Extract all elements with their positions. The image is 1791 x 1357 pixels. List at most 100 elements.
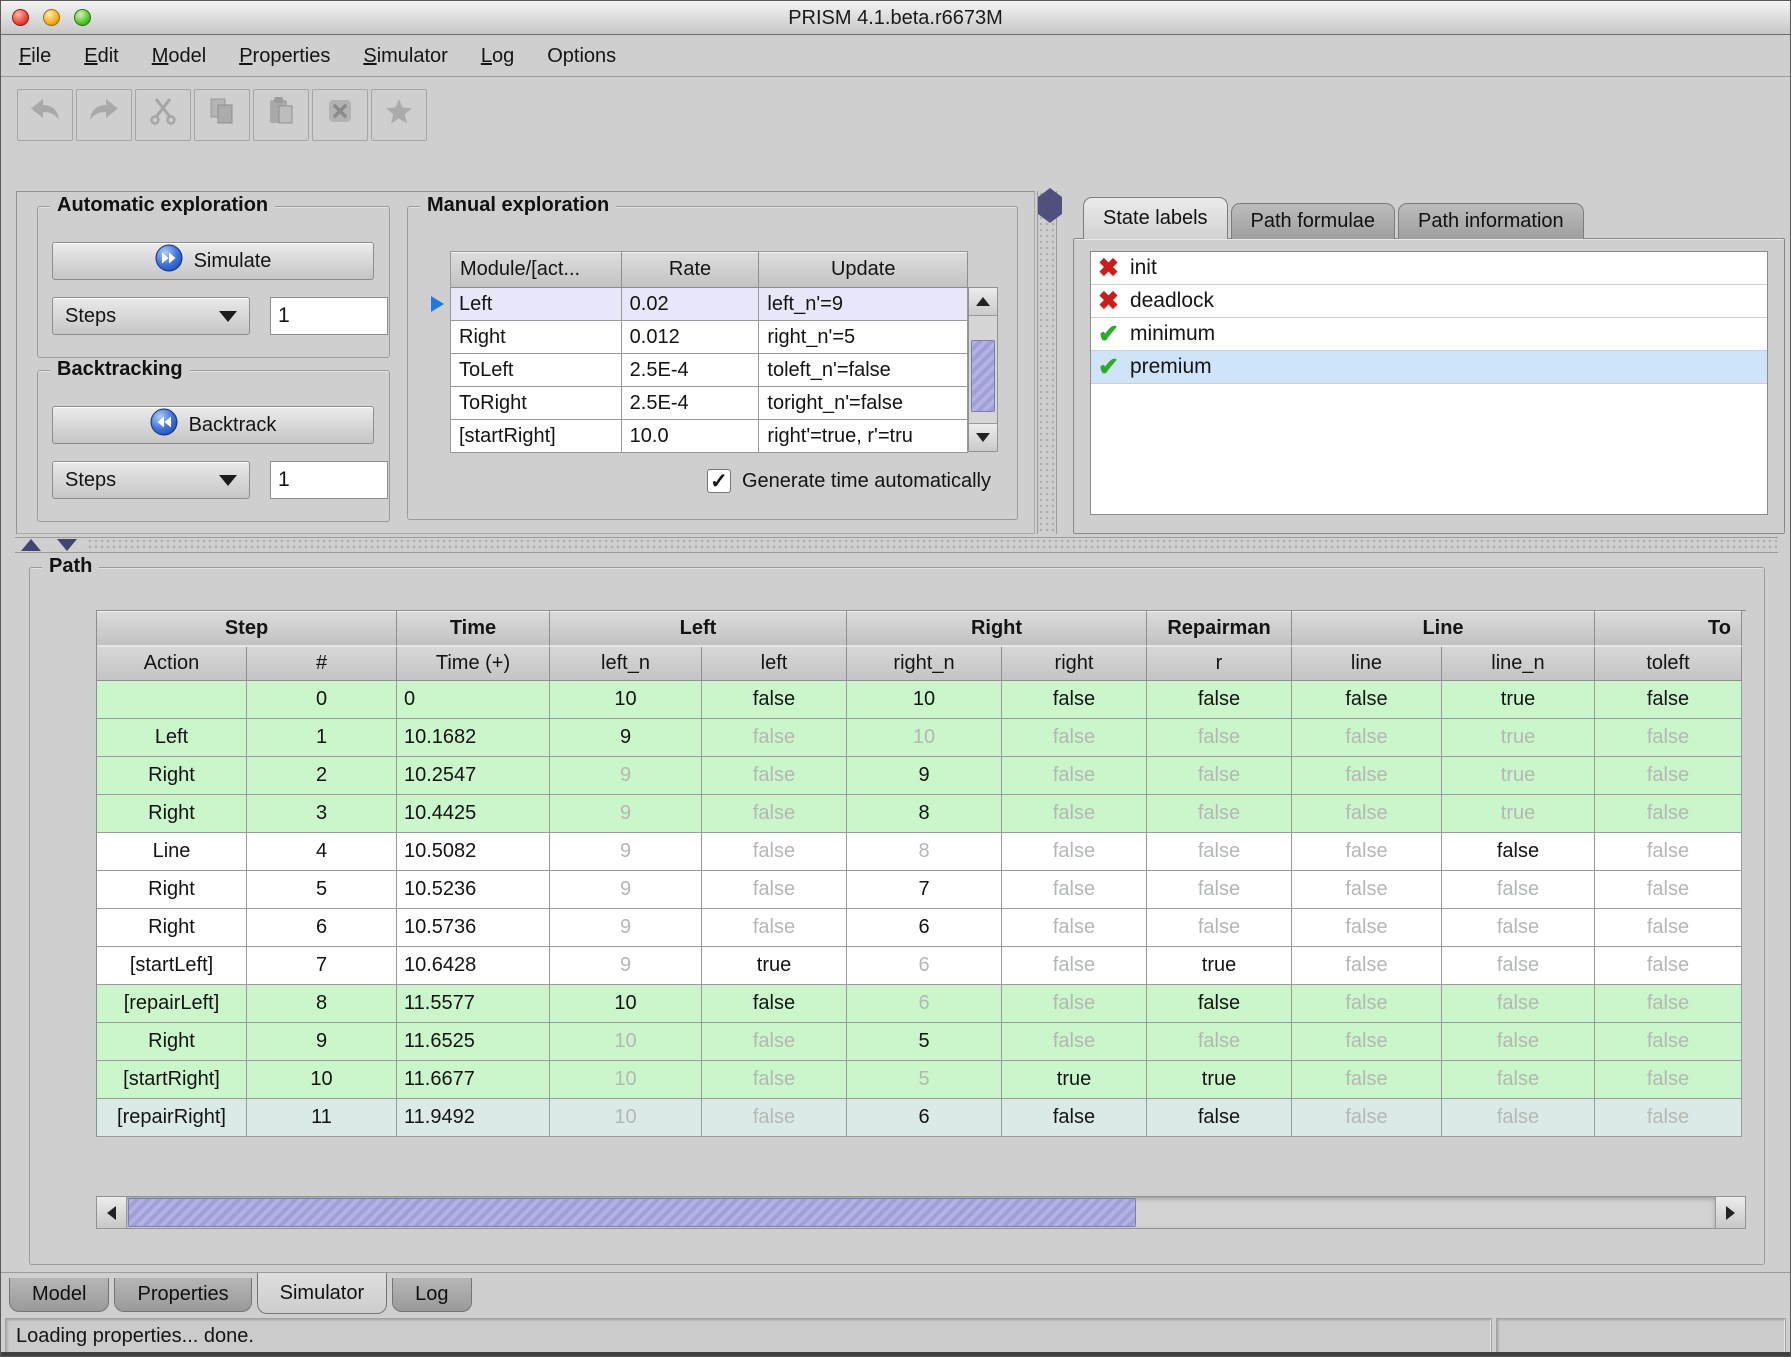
state-label-premium[interactable]: ✔premium (1091, 351, 1767, 384)
scroll-right-button[interactable] (1715, 1197, 1745, 1228)
paste-icon (268, 97, 294, 133)
menu-model[interactable]: Model (152, 45, 206, 68)
undo-button[interactable] (17, 89, 73, 141)
simulate-steps-dropdown[interactable]: Steps (52, 297, 250, 335)
state-label-minimum[interactable]: ✔minimum (1091, 318, 1767, 351)
path-row-9[interactable]: Right911.652510false5falsefalsefalsefals… (97, 1023, 1746, 1061)
view-tab-model[interactable]: Model (9, 1278, 109, 1312)
menu-log[interactable]: Log (481, 45, 514, 68)
manual-row-left[interactable]: Left0.02left_n'=9 (451, 288, 968, 321)
vertical-splitter[interactable] (1037, 191, 1057, 534)
manual-row-startright[interactable]: [startRight]10.0right'=true, r'=tru (451, 420, 968, 453)
path-row-3[interactable]: Right310.44259false8falsefalsefalsetruef… (97, 795, 1746, 833)
simulate-steps-dropdown-label: Steps (65, 305, 116, 328)
collapse-left-icon[interactable] (1038, 188, 1050, 223)
path-cell: 2 (247, 757, 397, 795)
path-col-left[interactable]: left (702, 647, 847, 681)
menu-options[interactable]: Options (547, 45, 616, 68)
manual-col-module-act[interactable]: Module/[act... (451, 252, 622, 288)
path-row-8[interactable]: [repairLeft]811.557710false6falsefalsefa… (97, 985, 1746, 1023)
simulate-steps-input[interactable]: 1 (270, 297, 388, 335)
simulate-button[interactable]: Simulate (52, 242, 374, 280)
redo-button[interactable] (76, 89, 132, 141)
path-cell: false (702, 985, 847, 1023)
path-col-toleft[interactable]: toleft (1595, 647, 1742, 681)
collapse-up-icon[interactable] (21, 539, 41, 551)
path-col-r[interactable]: r (1147, 647, 1292, 681)
generate-time-checkbox[interactable]: ✓ (707, 469, 731, 493)
delete-button[interactable] (312, 89, 368, 141)
path-group-right: Right (847, 611, 1147, 647)
path-row-1[interactable]: Left110.16829false10falsefalsefalsetruef… (97, 719, 1746, 757)
path-cell: 9 (550, 719, 702, 757)
menu-simulator[interactable]: Simulator (363, 45, 447, 68)
manual-col-update[interactable]: Update (759, 252, 968, 288)
tab-path-formulae[interactable]: Path formulae (1231, 203, 1396, 239)
scrollbar-thumb[interactable] (128, 1198, 1136, 1227)
manual-row-toleft[interactable]: ToLeft2.5E-4toleft_n'=false (451, 354, 968, 387)
menu-properties[interactable]: Properties (239, 45, 330, 68)
state-label-text: init (1130, 256, 1157, 280)
path-row-10[interactable]: [startRight]1011.667710false5truetruefal… (97, 1061, 1746, 1099)
path-col-left-n[interactable]: left_n (550, 647, 702, 681)
tab-path-information[interactable]: Path information (1398, 203, 1584, 239)
path-horizontal-scrollbar[interactable] (96, 1196, 1746, 1229)
state-labels-list: ✖init✖deadlock✔minimum✔premium (1090, 251, 1768, 515)
path-cell: false (1147, 681, 1292, 719)
path-row-7[interactable]: [startLeft]710.64289true6falsetruefalsef… (97, 947, 1746, 985)
state-label-deadlock[interactable]: ✖deadlock (1091, 285, 1767, 318)
path-row-0[interactable]: 0010false10falsefalsefalsetruefalse (97, 681, 1746, 719)
path-row-4[interactable]: Line410.50829false8falsefalsefalsefalsef… (97, 833, 1746, 871)
view-tab-properties[interactable]: Properties (114, 1278, 251, 1312)
collapse-right-icon[interactable] (1050, 188, 1062, 223)
zoom-icon[interactable] (74, 9, 91, 26)
backtrack-steps-dropdown[interactable]: Steps (52, 461, 250, 499)
backtrack-button[interactable]: Backtrack (52, 406, 374, 444)
scroll-left-button[interactable] (97, 1197, 127, 1228)
path-cell: 11.5577 (397, 985, 550, 1023)
backtrack-steps-input[interactable]: 1 (270, 461, 388, 499)
copy-button[interactable] (194, 89, 250, 141)
horizontal-splitter[interactable] (15, 537, 1778, 553)
path-col-blank[interactable]: # (247, 647, 397, 681)
path-row-11[interactable]: [repairRight]1111.949210false6falsefalse… (97, 1099, 1746, 1137)
path-row-5[interactable]: Right510.52369false7falsefalsefalsefalse… (97, 871, 1746, 909)
tab-state-labels[interactable]: State labels (1083, 197, 1228, 239)
scroll-down-button[interactable] (969, 423, 997, 451)
path-col-action[interactable]: Action (97, 647, 247, 681)
path-col-right-n[interactable]: right_n (847, 647, 1002, 681)
collapse-down-icon[interactable] (57, 539, 77, 551)
state-label-text: premium (1130, 355, 1212, 379)
state-label-init[interactable]: ✖init (1091, 252, 1767, 285)
menu-edit[interactable]: Edit (84, 45, 118, 68)
scrollbar-track[interactable] (127, 1197, 1715, 1228)
close-icon[interactable] (12, 9, 29, 26)
path-cell: [repairRight] (97, 1099, 247, 1137)
path-cell: 3 (247, 795, 397, 833)
path-col-time[interactable]: Time (+) (397, 647, 550, 681)
view-tab-simulator[interactable]: Simulator (257, 1273, 387, 1314)
minimize-icon[interactable] (43, 9, 60, 26)
path-row-2[interactable]: Right210.25479false9falsefalsefalsetruef… (97, 757, 1746, 795)
path-cell: [repairLeft] (97, 985, 247, 1023)
window-title: PRISM 4.1.beta.r6673M (1, 1, 1790, 35)
path-col-line-n[interactable]: line_n (1442, 647, 1595, 681)
path-cell: false (1595, 757, 1742, 795)
manual-row-toright[interactable]: ToRight2.5E-4toright_n'=false (451, 387, 968, 420)
star-button[interactable] (371, 89, 427, 141)
view-tab-log[interactable]: Log (392, 1278, 471, 1312)
path-row-6[interactable]: Right610.57369false6falsefalsefalsefalse… (97, 909, 1746, 947)
cut-button[interactable] (135, 89, 191, 141)
path-cell: 7 (247, 947, 397, 985)
path-cell: false (702, 795, 847, 833)
scrollbar-thumb[interactable] (971, 340, 995, 412)
manual-cell: toleft_n'=false (759, 354, 968, 387)
paste-button[interactable] (253, 89, 309, 141)
manual-col-rate[interactable]: Rate (622, 252, 760, 288)
path-col-right[interactable]: right (1002, 647, 1147, 681)
manual-table-scrollbar[interactable] (968, 287, 998, 452)
menu-file[interactable]: File (19, 45, 51, 68)
manual-row-right[interactable]: Right0.012right_n'=5 (451, 321, 968, 354)
path-col-line[interactable]: line (1292, 647, 1442, 681)
scroll-up-button[interactable] (969, 288, 997, 316)
